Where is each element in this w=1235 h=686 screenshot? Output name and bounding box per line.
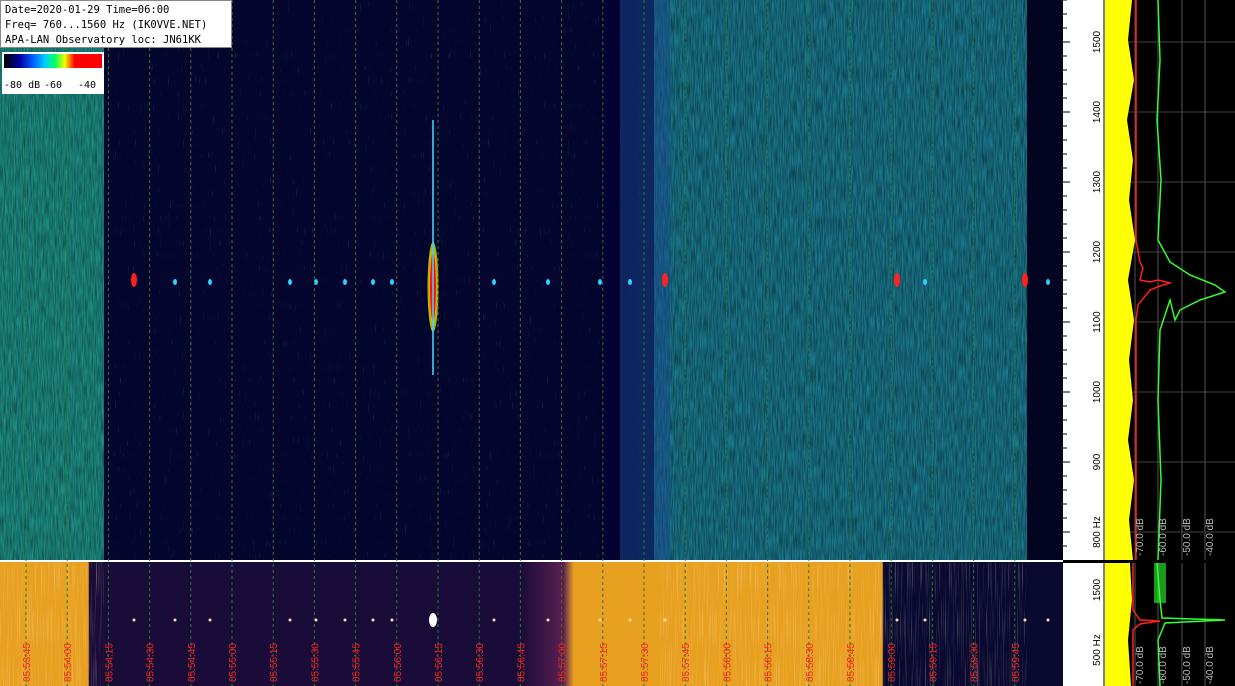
carrier-echo-bottom [288, 618, 292, 622]
spectrum-db-label-bottom: -50.0 dB [1182, 646, 1193, 684]
carrier-echo [1022, 273, 1028, 287]
time-label: 05:57:00 [558, 643, 569, 682]
carrier-echo [390, 279, 394, 285]
time-label: 05:56:00 [393, 643, 404, 682]
carrier-echo [371, 279, 375, 285]
time-label: 05:54:45 [187, 643, 198, 682]
time-label: 05:55:45 [352, 643, 363, 682]
color-scale-label-mid: -60 [44, 80, 63, 91]
freq-tick-label: 1200 [1092, 240, 1103, 263]
spectrum-db-label-bottom: -60.0 dB [1158, 646, 1169, 684]
time-label: 05:56:45 [516, 643, 527, 682]
carrier-echo [343, 279, 347, 285]
info-box: Date=2020-01-29 Time=06:00 Freq= 760...1… [0, 0, 232, 48]
time-label: 05:57:45 [681, 643, 692, 682]
info-frequency: Freq= 760...1560 Hz (IK0VVE.NET) [5, 19, 208, 31]
spectrum-db-label: -50.0 dB [1182, 518, 1193, 556]
spectrogram-display: 1500 1400 1300 1200 1100 1000 900 800 Hz 1500 500… [0, 0, 1235, 686]
carrier-echo-bottom [628, 618, 632, 622]
time-label: 05:55:15 [269, 643, 280, 682]
freq-tick-label: 800 Hz [1092, 516, 1103, 548]
spectrum-yellow-bottom [1105, 563, 1132, 686]
time-label: 05:58:15 [764, 643, 775, 682]
meteor-echo-bottom [429, 613, 437, 627]
info-observatory: APA-LAN Observatory loc: JN61KK [5, 34, 201, 46]
freq-tick-label: 1400 [1092, 100, 1103, 123]
carrier-echo-bottom [895, 618, 899, 622]
carrier-echo [131, 273, 137, 287]
carrier-echo-bottom [173, 618, 177, 622]
carrier-echo-bottom [546, 618, 550, 622]
carrier-echo-bottom [390, 618, 394, 622]
time-label: 05:57:30 [640, 643, 651, 682]
carrier-echo [173, 279, 177, 285]
time-label: 05:59:45 [1011, 643, 1022, 682]
bottom-freq-tick-label: 1500 [1092, 578, 1103, 601]
time-label: 05:56:30 [475, 643, 486, 682]
carrier-echo-bottom [132, 618, 136, 622]
time-label: 05:58:00 [722, 643, 733, 682]
spectrum-db-label-bottom: -70.0 dB [1135, 646, 1146, 684]
carrier-echo [662, 273, 668, 287]
carrier-echo [1046, 279, 1050, 285]
carrier-echo-bottom [314, 618, 318, 622]
carrier-echo-bottom [208, 618, 212, 622]
time-label: 05:59:00 [887, 643, 898, 682]
spectrum-db-label: -40.0 dB [1205, 518, 1216, 556]
carrier-echo [923, 279, 927, 285]
carrier-echo-bottom [923, 618, 927, 622]
time-label: 05:55:30 [310, 643, 321, 682]
frequency-axis-panel: 1500 1400 1300 1200 1100 1000 900 800 Hz 1500 500… [1063, 0, 1105, 686]
main-waterfall [0, 0, 1063, 560]
time-label: 05:53:45 [22, 643, 33, 682]
time-label: 05:56:15 [434, 643, 445, 682]
carrier-echo-bottom [492, 618, 496, 622]
time-label: 05:59:15 [928, 643, 939, 682]
time-label: 05:55:00 [228, 643, 239, 682]
color-scale-legend: -80 dB -60 -40 [2, 52, 104, 94]
time-label: 05:54:00 [63, 643, 74, 682]
spectrum-db-label: -70.0 dB [1135, 518, 1146, 556]
bottom-freq-tick-label: 500 Hz [1092, 634, 1103, 666]
spectrum-db-label-bottom: -40.0 dB [1205, 646, 1216, 684]
carrier-echo-bottom [371, 618, 375, 622]
carrier-echo-bottom [1046, 618, 1050, 622]
freq-tick-label: 1100 [1092, 311, 1103, 333]
info-date-time: Date=2020-01-29 Time=06:00 [5, 4, 170, 16]
carrier-echo-bottom [343, 618, 347, 622]
time-label: 05:57:15 [599, 643, 610, 682]
time-label: 05:54:30 [146, 643, 157, 682]
color-scale-label-high: -40 [78, 80, 97, 91]
spectrum-db-label: -60.0 dB [1158, 518, 1169, 556]
time-label: 05:58:45 [846, 643, 857, 682]
carrier-echo [288, 279, 292, 285]
carrier-echo [492, 279, 496, 285]
carrier-echo [546, 279, 550, 285]
spectrum-panel: -70.0 dB -60.0 dB -50.0 dB -40.0 dB -70.0 d… [1105, 0, 1235, 686]
bottom-waterfall [0, 560, 1063, 686]
carrier-echo [628, 279, 632, 285]
carrier-echo [598, 279, 602, 285]
freq-tick-label: 1000 [1092, 380, 1103, 403]
time-label: 05:58:30 [805, 643, 816, 682]
color-scale-label-low: -80 dB [4, 80, 41, 91]
freq-tick-label: 1300 [1092, 170, 1103, 193]
freq-tick-label: 900 [1092, 453, 1103, 470]
time-label: 05:59:30 [970, 643, 981, 682]
freq-tick-label: 1500 [1092, 30, 1103, 53]
carrier-echo-bottom [1023, 618, 1027, 622]
time-label: 05:54:15 [104, 643, 115, 682]
color-scale-gradient [4, 54, 102, 68]
carrier-echo-bottom [598, 618, 602, 622]
carrier-echo-bottom [663, 618, 667, 622]
carrier-echo [894, 273, 900, 287]
carrier-echo [208, 279, 212, 285]
